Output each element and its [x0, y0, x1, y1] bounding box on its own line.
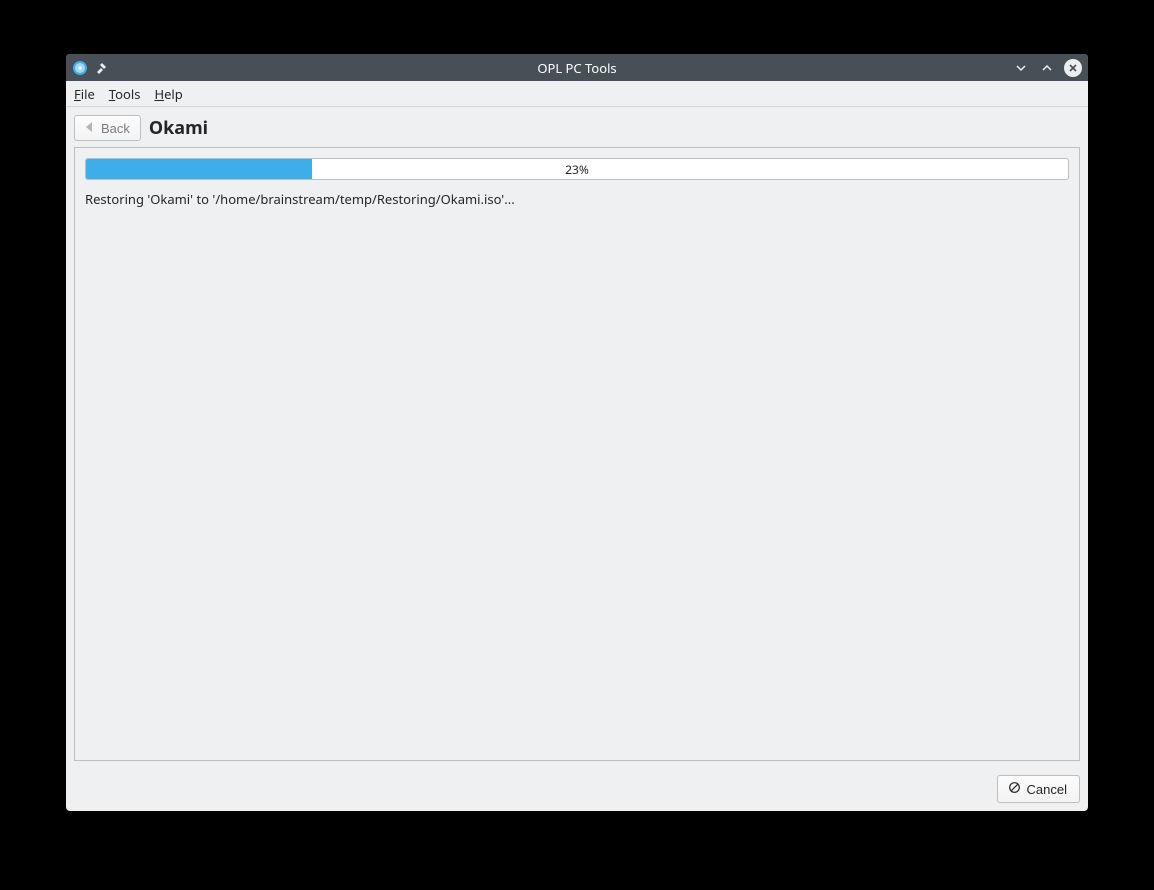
pin-icon[interactable]: [94, 61, 108, 75]
page-title: Okami: [149, 116, 208, 140]
progress-label: 23%: [86, 159, 1068, 179]
menu-file[interactable]: File: [74, 85, 95, 103]
header-row: Back Okami: [66, 107, 1088, 147]
back-arrow-icon: [83, 120, 97, 137]
cancel-button-label: Cancel: [1027, 782, 1067, 797]
app-window: OPL PC Tools File Tools Help Back Okami: [66, 54, 1088, 811]
back-button-label: Back: [101, 121, 130, 136]
menu-tools[interactable]: Tools: [109, 85, 141, 103]
maximize-button[interactable]: [1038, 59, 1056, 77]
window-title: OPL PC Tools: [66, 59, 1088, 77]
titlebar: OPL PC Tools: [66, 54, 1088, 81]
close-button[interactable]: [1064, 59, 1082, 77]
status-text: Restoring 'Okami' to '/home/brainstream/…: [85, 190, 1069, 208]
minimize-button[interactable]: [1012, 59, 1030, 77]
progress-bar: 23%: [85, 158, 1069, 180]
menubar: File Tools Help: [66, 81, 1088, 107]
menu-help[interactable]: Help: [154, 85, 182, 103]
cancel-icon: [1008, 781, 1021, 797]
app-icon: [72, 60, 88, 76]
content-frame: 23% Restoring 'Okami' to '/home/brainstr…: [74, 147, 1080, 761]
footer: Cancel: [66, 769, 1088, 811]
back-button[interactable]: Back: [74, 115, 141, 141]
cancel-button[interactable]: Cancel: [997, 775, 1080, 803]
window-controls: [1012, 59, 1082, 77]
